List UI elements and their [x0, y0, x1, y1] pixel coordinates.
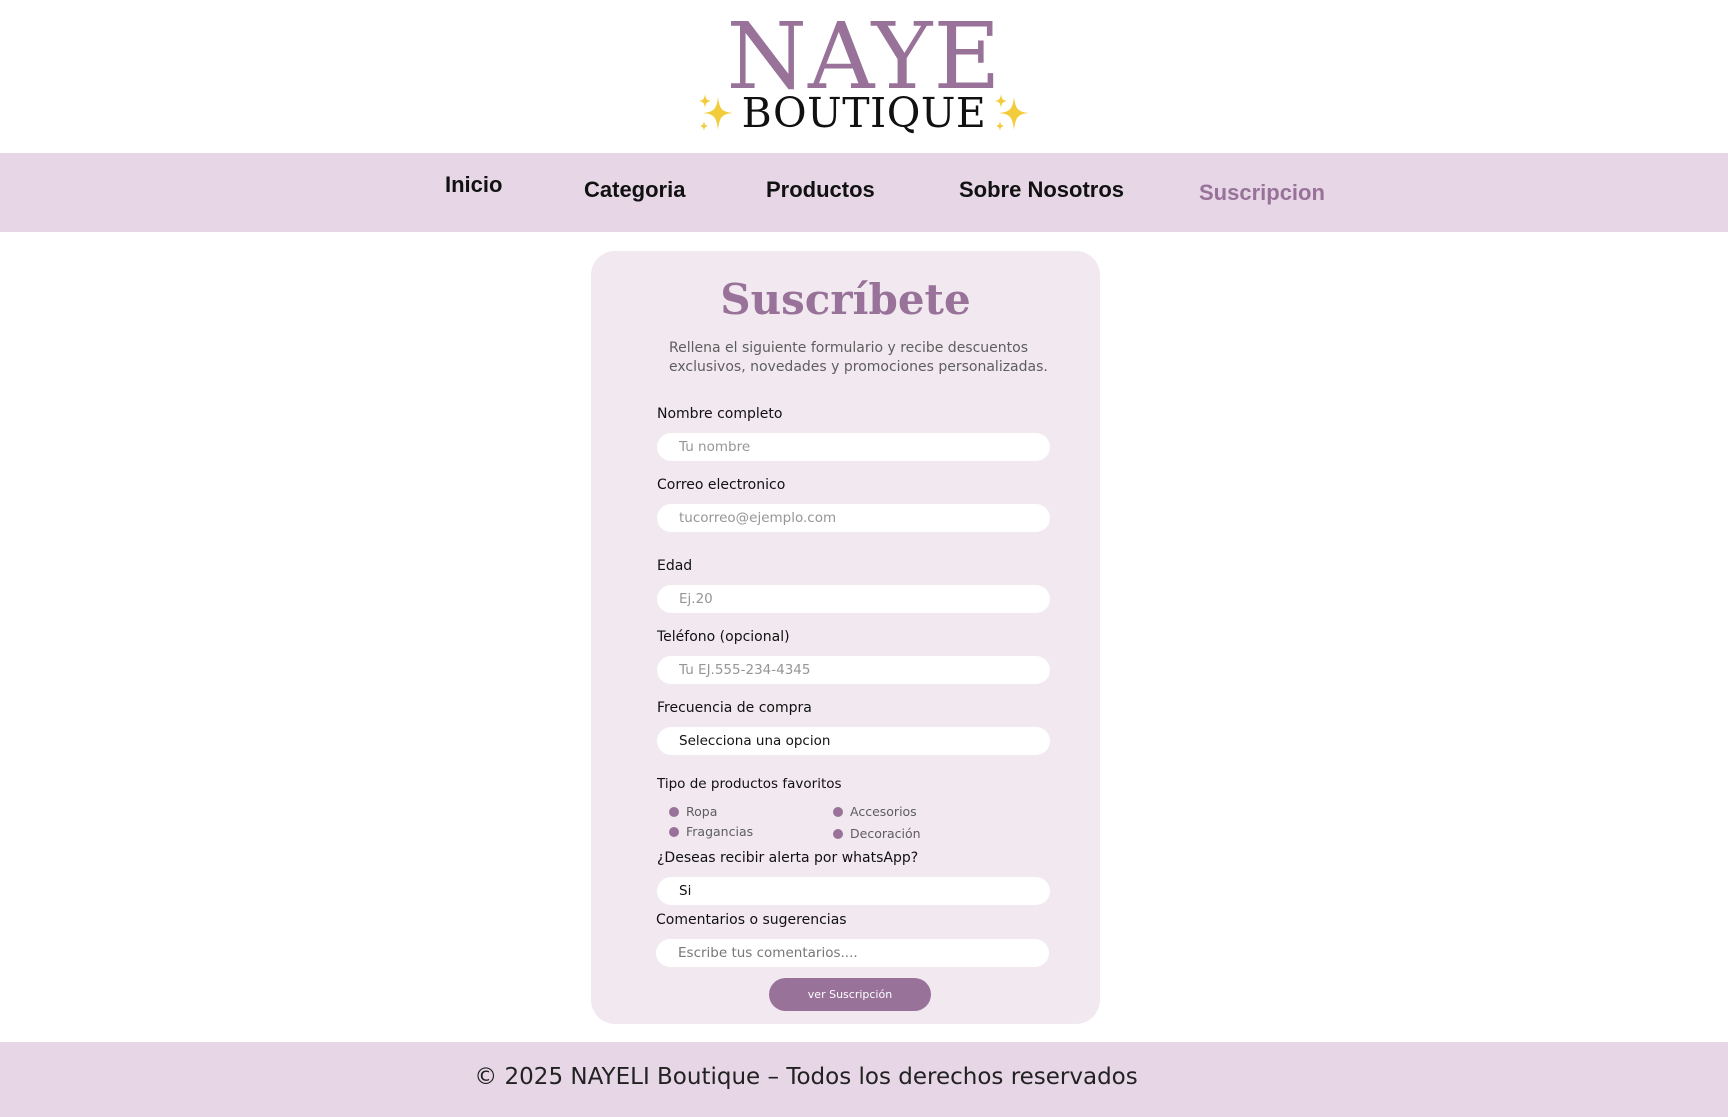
brand-logo: NAYE BOUTIQUE: [0, 0, 1728, 153]
page-footer: © 2025 NAYELI Boutique – Todos los derec…: [0, 1042, 1728, 1117]
whatsapp-label: ¿Deseas recibir alerta por whatsApp?: [657, 850, 919, 866]
comments-textarea[interactable]: Escribe tus comentarios....: [656, 939, 1049, 967]
favorite-option-label: Decoración: [850, 826, 921, 841]
nav-item-productos[interactable]: Productos: [766, 177, 875, 203]
favorite-option-decoracion[interactable]: Decoración: [833, 826, 921, 841]
sparkles-icon: [995, 94, 1030, 131]
subscription-card: Suscríbete Rellena el siguiente formular…: [591, 251, 1100, 1024]
logo-subtitle-row: BOUTIQUE: [0, 86, 1728, 140]
nav-item-sobre-nosotros[interactable]: Sobre Nosotros: [959, 177, 1124, 203]
email-label: Correo electronico: [657, 477, 786, 493]
frequency-label: Frecuencia de compra: [657, 700, 812, 716]
main-nav: Inicio Categoria Productos Sobre Nosotro…: [0, 153, 1728, 232]
age-input[interactable]: [657, 585, 1050, 613]
email-input[interactable]: [657, 504, 1050, 532]
age-label: Edad: [657, 558, 693, 574]
subscribe-button[interactable]: ver Suscripción: [769, 978, 931, 1011]
nav-item-inicio[interactable]: Inicio: [445, 172, 502, 198]
phone-input[interactable]: [657, 656, 1050, 684]
favorite-option-label: Ropa: [686, 804, 718, 819]
radio-dot-icon: [833, 828, 843, 839]
whatsapp-select-value: Si: [679, 883, 692, 899]
phone-label: Teléfono (opcional): [657, 629, 790, 645]
nav-item-categoria[interactable]: Categoria: [584, 177, 685, 203]
radio-dot-icon: [669, 826, 679, 837]
name-input[interactable]: [657, 433, 1050, 461]
favorite-option-ropa[interactable]: Ropa: [669, 804, 717, 819]
radio-dot-icon: [669, 806, 679, 817]
whatsapp-select[interactable]: Si: [657, 877, 1050, 905]
comments-label: Comentarios o sugerencias: [656, 912, 847, 928]
form-title: Suscríbete: [720, 275, 971, 324]
frequency-select-value: Selecciona una opcion: [679, 733, 831, 749]
form-description: Rellena el siguiente formulario y recibe…: [669, 340, 1048, 375]
sparkles-icon: [698, 94, 733, 131]
name-label: Nombre completo: [657, 406, 783, 422]
frequency-select[interactable]: Selecciona una opcion: [657, 727, 1050, 755]
favorite-option-label: Fragancias: [686, 824, 754, 839]
favorites-label: Tipo de productos favoritos: [657, 776, 842, 792]
footer-copyright: © 2025 NAYELI Boutique – Todos los derec…: [474, 1064, 1138, 1090]
favorite-option-fragancias[interactable]: Fragancias: [669, 824, 753, 839]
comments-placeholder: Escribe tus comentarios....: [678, 945, 858, 961]
favorite-option-accesorios[interactable]: Accesorios: [833, 804, 917, 819]
logo-subtitle: BOUTIQUE: [741, 89, 987, 137]
radio-dot-icon: [833, 806, 843, 817]
nav-item-suscripcion[interactable]: Suscripcion: [1199, 180, 1325, 206]
favorite-option-label: Accesorios: [850, 804, 917, 819]
